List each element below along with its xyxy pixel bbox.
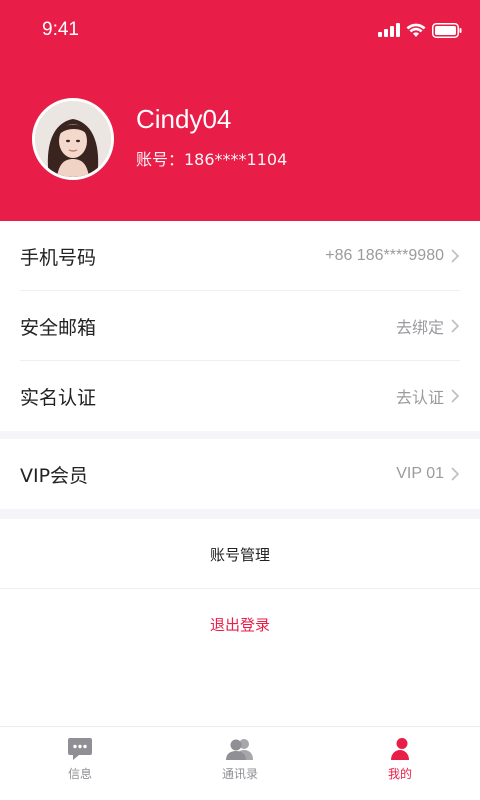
- tab-me[interactable]: 我的: [320, 727, 480, 800]
- phone-row[interactable]: 手机号码 +86 186****9980: [0, 221, 480, 291]
- tab-messages[interactable]: 信息: [0, 727, 160, 800]
- vip-value: VIP 01: [396, 465, 444, 482]
- status-icons: [378, 20, 462, 40]
- chevron-right-icon: [451, 319, 460, 333]
- tab-label: 我的: [387, 767, 412, 781]
- tab-bar: 信息 通讯录 我的: [0, 726, 480, 800]
- identity-value: 去认证: [395, 390, 444, 407]
- tab-label: 通讯录: [221, 767, 258, 781]
- profile-header: 9:41 Cindy04 账号：186****1104: [0, 0, 480, 221]
- chevron-right-icon: [451, 467, 460, 481]
- actions-section: 账号管理 退出登录: [0, 519, 480, 726]
- profile-name: Cindy04: [136, 104, 232, 134]
- email-value: 去绑定: [395, 320, 444, 337]
- status-time: 9:41: [42, 19, 79, 40]
- vip-row[interactable]: VIP会员 VIP 01: [0, 439, 480, 509]
- phone-value: +86 186****9980: [325, 247, 444, 264]
- profile-account: 账号：186****1104: [136, 150, 288, 169]
- chevron-right-icon: [451, 389, 460, 403]
- tab-contacts[interactable]: 通讯录: [160, 727, 320, 800]
- vip-label: VIP会员: [20, 464, 89, 487]
- vip-section: VIP会员 VIP 01: [0, 439, 480, 509]
- identity-label: 实名认证: [20, 386, 97, 409]
- logout-button[interactable]: 退出登录: [0, 589, 480, 659]
- chevron-right-icon: [451, 249, 460, 263]
- chat-bubble-icon: [68, 738, 92, 760]
- status-bar: 9:41: [0, 0, 480, 60]
- email-row[interactable]: 安全邮箱 去绑定: [0, 291, 480, 361]
- avatar-portrait-icon: [35, 101, 111, 177]
- contacts-icon: [226, 739, 253, 760]
- phone-label: 手机号码: [20, 246, 97, 269]
- account-settings-section: 手机号码 +86 186****9980 安全邮箱 去绑定 实名认证 去认证: [0, 221, 480, 431]
- signal-icon: [378, 23, 400, 37]
- account-management-button[interactable]: 账号管理: [0, 519, 480, 589]
- battery-icon: [432, 22, 462, 38]
- avatar[interactable]: [32, 98, 114, 180]
- tab-label: 信息: [67, 767, 92, 781]
- wifi-icon: [406, 23, 426, 37]
- email-label: 安全邮箱: [20, 316, 97, 339]
- person-icon: [391, 738, 409, 760]
- identity-row[interactable]: 实名认证 去认证: [0, 361, 480, 431]
